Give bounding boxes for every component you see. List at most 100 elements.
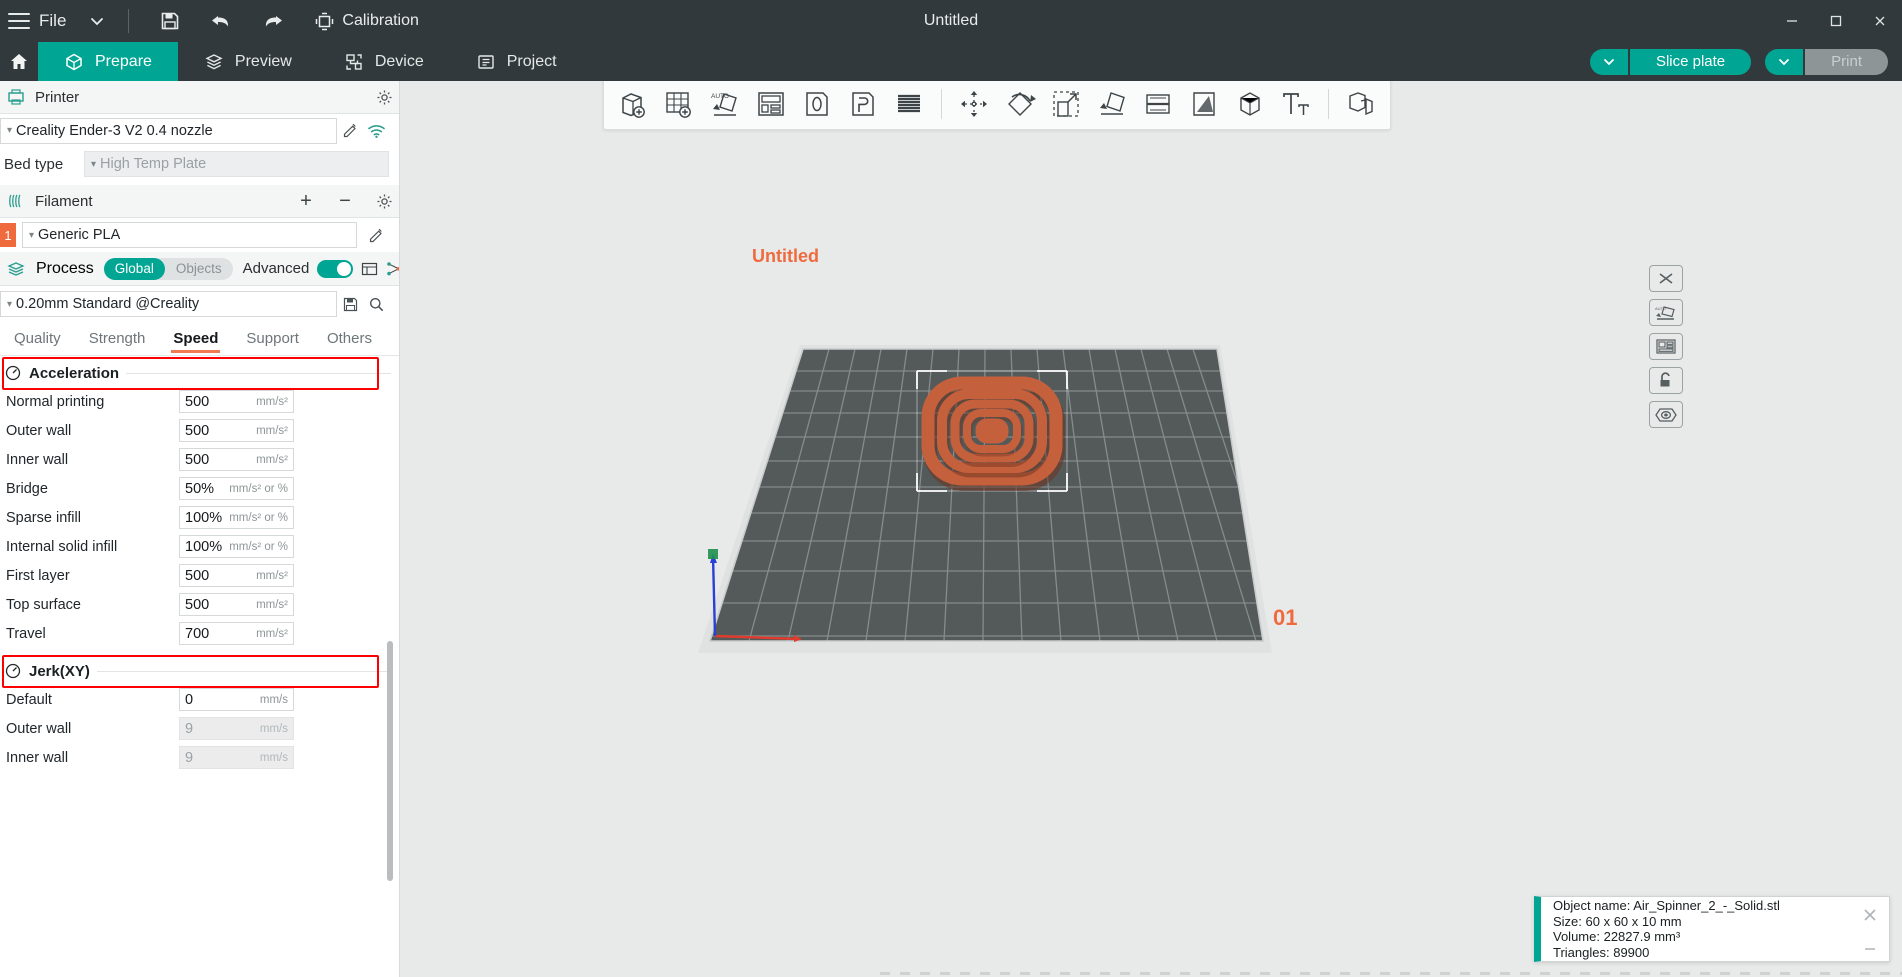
setting-input[interactable]: 500 mm/s²	[179, 390, 294, 413]
maximize-button[interactable]	[1814, 0, 1858, 42]
filament-index-badge: 1	[0, 223, 16, 247]
setting-input[interactable]: 50% mm/s² or %	[179, 477, 294, 500]
group-header-jerk-xy: Jerk(XY)	[0, 657, 399, 685]
tab-support[interactable]: Support	[232, 322, 313, 356]
delete-icon[interactable]	[1649, 265, 1683, 292]
3d-model-air-spinner	[928, 383, 1058, 484]
bed-type-value: High Temp Plate	[100, 156, 206, 172]
eye-icon[interactable]	[1649, 401, 1683, 428]
chevron-down-icon: ▾	[7, 299, 12, 310]
remove-filament-button[interactable]: −	[330, 190, 360, 213]
calibration-button[interactable]: Calibration	[315, 12, 418, 31]
orient-icon[interactable]	[796, 83, 838, 125]
file-menu-label[interactable]: File	[39, 11, 66, 31]
minimize-button[interactable]	[1770, 0, 1814, 42]
build-plate[interactable]	[690, 261, 1290, 761]
settings-scrollbar[interactable]	[387, 641, 393, 881]
cut-icon[interactable]	[1137, 83, 1179, 125]
add-object-icon[interactable]	[612, 83, 654, 125]
save-icon[interactable]	[159, 10, 181, 32]
scale-icon[interactable]	[1045, 83, 1087, 125]
lock-icon[interactable]	[1649, 367, 1683, 394]
tab-device[interactable]: Device	[318, 42, 450, 81]
add-filament-button[interactable]: +	[291, 190, 321, 213]
calibration-label: Calibration	[342, 12, 418, 30]
layers-icon[interactable]	[888, 83, 930, 125]
hamburger-icon[interactable]	[8, 13, 30, 29]
filament-settings-gear-icon[interactable]	[369, 193, 399, 210]
bed-type-select[interactable]: ▾ High Temp Plate	[84, 151, 389, 177]
tab-speed[interactable]: Speed	[159, 322, 232, 356]
setting-input[interactable]: 500 mm/s²	[179, 419, 294, 442]
3d-viewport[interactable]: AUTO	[400, 81, 1902, 977]
segment-global[interactable]: Global	[104, 258, 165, 280]
text-icon[interactable]	[1275, 83, 1317, 125]
setting-row-top-surface: Top surface 500 mm/s²	[0, 590, 399, 619]
divider	[126, 373, 391, 374]
setting-input[interactable]: 500 mm/s²	[179, 448, 294, 471]
slice-dropdown-icon[interactable]	[1590, 49, 1628, 75]
arrange-icon[interactable]	[1649, 333, 1683, 360]
print-button[interactable]: Print	[1805, 49, 1888, 75]
group-title-acceleration: Acceleration	[29, 365, 119, 382]
place-icon[interactable]	[1091, 83, 1133, 125]
process-preset-select[interactable]: ▾ 0.20mm Standard @Creality	[0, 291, 337, 317]
setting-row-outer-wall-accel: Outer wall 500 mm/s²	[0, 416, 399, 445]
setting-unit: mm/s² or %	[229, 541, 288, 553]
slice-plate-button[interactable]: Slice plate	[1630, 49, 1751, 75]
chevron-down-icon: ▾	[7, 125, 12, 136]
wifi-icon[interactable]	[363, 118, 389, 144]
filament-select[interactable]: ▾ Generic PLA	[22, 222, 357, 248]
add-plate-icon[interactable]	[658, 83, 700, 125]
setting-input[interactable]: 100% mm/s² or %	[179, 506, 294, 529]
close-icon[interactable]	[1860, 905, 1880, 925]
setting-input[interactable]: 500 mm/s²	[179, 564, 294, 587]
setting-input[interactable]: 100% mm/s² or %	[179, 535, 294, 558]
preset-tree-icon[interactable]	[386, 261, 400, 277]
setting-value: 500	[185, 423, 209, 439]
save-preset-icon[interactable]	[337, 291, 363, 317]
filament-row: 1 ▾ Generic PLA	[0, 218, 399, 252]
segment-objects[interactable]: Objects	[165, 258, 233, 280]
setting-unit: mm/s	[260, 723, 288, 735]
home-icon[interactable]	[0, 42, 38, 81]
setting-unit: mm/s²	[256, 570, 288, 582]
advanced-toggle[interactable]	[317, 260, 353, 278]
tab-prepare[interactable]: Prepare	[38, 42, 178, 81]
arrange-icon[interactable]	[750, 83, 792, 125]
calibration-icon	[315, 12, 334, 31]
tab-strength[interactable]: Strength	[75, 322, 160, 356]
chevron-down-icon[interactable]	[88, 12, 106, 30]
rotate-icon[interactable]	[999, 83, 1041, 125]
setting-input[interactable]: 700 mm/s²	[179, 622, 294, 645]
search-settings-icon[interactable]	[363, 291, 389, 317]
printer-icon	[6, 87, 26, 107]
support-painting-icon[interactable]	[1183, 83, 1225, 125]
tab-others[interactable]: Others	[313, 322, 386, 356]
auto-arrange-icon[interactable]: AUTO	[704, 83, 746, 125]
minimize-icon[interactable]	[1862, 945, 1878, 953]
place-on-face-icon[interactable]	[842, 83, 884, 125]
printer-settings-gear-icon[interactable]	[369, 89, 399, 106]
tab-project[interactable]: Project	[450, 42, 583, 81]
move-icon[interactable]	[953, 83, 995, 125]
setting-input[interactable]: 9 mm/s	[179, 717, 294, 740]
assembly-icon[interactable]	[1340, 83, 1382, 125]
undo-icon[interactable]	[209, 11, 233, 31]
setting-value: 500	[185, 394, 209, 410]
auto-orient-icon[interactable]: AUTO	[1649, 299, 1683, 326]
close-button[interactable]	[1858, 0, 1902, 42]
tab-preview[interactable]: Preview	[178, 42, 318, 81]
setting-input[interactable]: 0 mm/s	[179, 688, 294, 711]
edit-filament-icon[interactable]	[363, 222, 389, 248]
print-dropdown-icon[interactable]	[1765, 49, 1803, 75]
printer-model-select[interactable]: ▾ Creality Ender-3 V2 0.4 nozzle	[0, 118, 337, 144]
tab-quality[interactable]: Quality	[0, 322, 75, 356]
setting-input[interactable]: 9 mm/s	[179, 746, 294, 769]
redo-icon[interactable]	[261, 11, 285, 31]
seam-painting-icon[interactable]	[1229, 83, 1271, 125]
compare-presets-icon[interactable]	[361, 261, 378, 277]
setting-input[interactable]: 500 mm/s²	[179, 593, 294, 616]
edit-printer-icon[interactable]	[337, 118, 363, 144]
setting-label: Inner wall	[6, 750, 179, 766]
